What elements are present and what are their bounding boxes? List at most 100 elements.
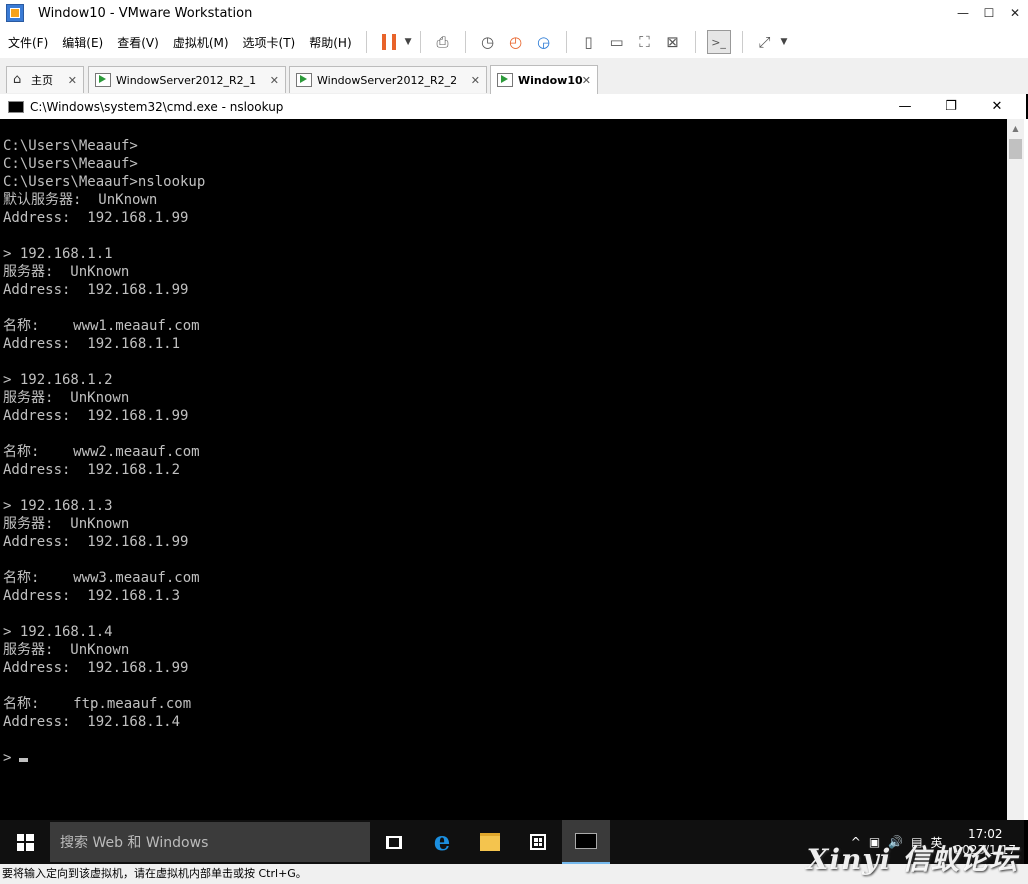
console-scrollbar[interactable]: ▲ [1007, 119, 1024, 820]
tab-label: WindowServer2012_R2_2 [317, 73, 458, 87]
revert-snapshot-icon[interactable]: ◴ [505, 31, 527, 53]
toolbar-divider [419, 31, 421, 53]
scroll-up-icon[interactable]: ▲ [1007, 119, 1024, 137]
library-view-icon[interactable]: ▯ [578, 31, 600, 53]
text-cursor [19, 758, 29, 762]
console-line: 服务器: UnKnown [3, 390, 130, 406]
cmd-icon [8, 100, 24, 113]
console-line: Address: 192.168.1.2 [3, 462, 181, 478]
task-view-button[interactable] [370, 820, 418, 864]
watermark: Xinyi 信蚁论坛 [806, 843, 1018, 876]
menu-bar: 文件(F) 编辑(E) 查看(V) 虚拟机(M) 选项卡(T) 帮助(H) ▼ … [0, 26, 1028, 59]
vm-icon [497, 73, 513, 87]
console-view-icon[interactable]: >_ [706, 30, 731, 54]
edge-button[interactable]: e [418, 820, 466, 864]
vmware-app-icon [6, 4, 24, 22]
menu-tabs[interactable]: 选项卡(T) [237, 34, 302, 51]
snapshot-icon[interactable]: ◷ [477, 31, 499, 53]
console-line: Address: 192.168.1.99 [3, 660, 189, 676]
cmd-titlebar: C:\Windows\system32\cmd.exe - nslookup —… [0, 94, 1026, 119]
tab-close-icon[interactable]: ✕ [68, 74, 77, 87]
vmware-titlebar: Window10 - VMware Workstation — ☐ ✕ [0, 0, 1028, 26]
tab-close-icon[interactable]: ✕ [582, 74, 591, 87]
toolbar-divider [464, 31, 466, 53]
console-line: > 192.168.1.1 [3, 246, 113, 262]
console-line: > 192.168.1.4 [3, 624, 113, 640]
full-screen-icon[interactable]: ⛶ [634, 31, 656, 53]
stretch-dropdown-icon[interactable]: ▼ [781, 37, 788, 47]
cmd-icon [575, 833, 597, 849]
console-line: Address: 192.168.1.99 [3, 534, 189, 550]
tab-windowserver2012-r2-1[interactable]: WindowServer2012_R2_1 ✕ [88, 66, 286, 93]
console-line: 名称: www1.meaauf.com [3, 318, 200, 334]
minimize-button[interactable]: — [950, 0, 976, 26]
start-button[interactable] [0, 820, 50, 864]
console-line: 服务器: UnKnown [3, 516, 130, 532]
tab-window10[interactable]: Window10 ✕ [490, 65, 598, 94]
cmd-title: C:\Windows\system32\cmd.exe - nslookup [30, 99, 284, 114]
pause-button[interactable] [378, 31, 400, 53]
console-line: > [3, 750, 12, 766]
tab-label: WindowServer2012_R2_1 [116, 73, 257, 87]
console-line: 服务器: UnKnown [3, 642, 130, 658]
stretch-icon[interactable]: ⤢ [754, 31, 776, 53]
status-text: 要将输入定向到该虚拟机，请在虚拟机内部单击或按 Ctrl+G。 [2, 867, 307, 880]
menu-view[interactable]: 查看(V) [111, 34, 165, 51]
console-line: C:\Users\Meaauf> [3, 156, 138, 172]
tab-label: 主页 [31, 74, 53, 87]
toolbar-divider [565, 31, 567, 53]
cmd-close-button[interactable]: ✕ [974, 94, 1020, 119]
menu-vm[interactable]: 虚拟机(M) [167, 34, 235, 51]
tab-home[interactable]: ⌂ 主页 ✕ [6, 66, 84, 93]
pause-dropdown-icon[interactable]: ▼ [405, 37, 412, 47]
toolbar-divider [694, 31, 696, 53]
console-output[interactable]: C:\Users\Meaauf> C:\Users\Meaauf> C:\Use… [3, 119, 1007, 820]
menu-edit[interactable]: 编辑(E) [56, 34, 109, 51]
tab-close-icon[interactable]: ✕ [471, 74, 480, 87]
console-line: > 192.168.1.2 [3, 372, 113, 388]
search-placeholder: 搜索 Web 和 Windows [60, 835, 209, 851]
task-view-icon [386, 835, 402, 849]
tab-windowserver2012-r2-2[interactable]: WindowServer2012_R2_2 ✕ [289, 66, 487, 93]
tab-close-icon[interactable]: ✕ [270, 74, 279, 87]
thumbnail-view-icon[interactable]: ▭ [606, 31, 628, 53]
toolbar-divider [365, 31, 367, 53]
send-ctrl-alt-del-icon[interactable]: ⎙ [432, 31, 454, 53]
taskbar-search-box[interactable]: 搜索 Web 和 Windows [50, 822, 370, 862]
scrollbar-thumb[interactable] [1009, 139, 1022, 159]
console-line: Address: 192.168.1.3 [3, 588, 181, 604]
menu-help[interactable]: 帮助(H) [303, 34, 357, 51]
console-line: Address: 192.168.1.99 [3, 282, 189, 298]
cmd-maximize-button[interactable]: ❐ [928, 94, 974, 119]
toolbar-divider [741, 31, 743, 53]
guest-screen[interactable]: C:\Windows\system32\cmd.exe - nslookup —… [0, 94, 1028, 864]
edge-icon: e [433, 827, 451, 857]
cmd-taskbar-button[interactable] [562, 820, 610, 864]
folder-icon [480, 833, 500, 851]
maximize-button[interactable]: ☐ [976, 0, 1002, 26]
close-button[interactable]: ✕ [1002, 0, 1028, 26]
store-button[interactable] [514, 820, 562, 864]
console-lines: C:\Users\Meaauf> C:\Users\Meaauf> C:\Use… [3, 119, 1007, 767]
vm-icon [296, 73, 312, 87]
tab-bar: ⌂ 主页 ✕ WindowServer2012_R2_1 ✕ WindowSer… [0, 58, 1028, 94]
guest-border [1024, 119, 1028, 820]
unity-icon[interactable]: ⊠ [662, 31, 684, 53]
console-line: C:\Users\Meaauf> [3, 138, 138, 154]
console-line: Address: 192.168.1.1 [3, 336, 181, 352]
console-line: 服务器: UnKnown [3, 264, 130, 280]
console-line: Address: 192.168.1.99 [3, 210, 189, 226]
snapshot-manager-icon[interactable]: ◶ [533, 31, 555, 53]
console-line: 名称: www3.meaauf.com [3, 570, 200, 586]
menu-file[interactable]: 文件(F) [2, 34, 54, 51]
console-line: Address: 192.168.1.4 [3, 714, 181, 730]
windows-logo-icon [16, 833, 34, 851]
console-line: C:\Users\Meaauf>nslookup [3, 174, 206, 190]
cmd-minimize-button[interactable]: — [882, 94, 928, 119]
pause-icon [381, 34, 396, 50]
file-explorer-button[interactable] [466, 820, 514, 864]
console-line: 默认服务器: UnKnown [3, 192, 158, 208]
console-line: 名称: www2.meaauf.com [3, 444, 200, 460]
tab-label: Window10 [518, 73, 583, 87]
console-line: Address: 192.168.1.99 [3, 408, 189, 424]
